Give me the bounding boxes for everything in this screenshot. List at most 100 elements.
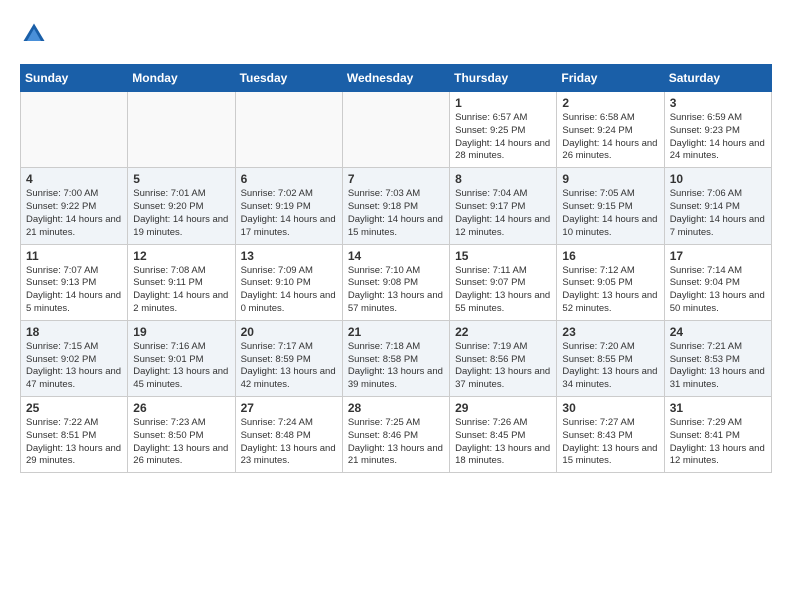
day-number: 10	[670, 172, 766, 186]
col-header-tuesday: Tuesday	[235, 65, 342, 92]
day-number: 23	[562, 325, 658, 339]
day-number: 1	[455, 96, 551, 110]
col-header-monday: Monday	[128, 65, 235, 92]
day-number: 17	[670, 249, 766, 263]
day-info: Sunrise: 7:14 AM Sunset: 9:04 PM Dayligh…	[670, 265, 766, 316]
day-cell-31: 31Sunrise: 7:29 AM Sunset: 8:41 PM Dayli…	[664, 397, 771, 473]
day-number: 3	[670, 96, 766, 110]
day-cell-13: 13 Sunrise: 7:09 AM Sunset: 9:10 PM Dayli…	[235, 244, 342, 320]
day-number: 8	[455, 172, 551, 186]
day-info: Sunrise: 6:57 AM Sunset: 9:25 PM Dayligh…	[455, 112, 551, 163]
day-number: 6	[241, 172, 337, 186]
header	[20, 20, 772, 48]
day-cell-17: 17 Sunrise: 7:14 AM Sunset: 9:04 PM Dayli…	[664, 244, 771, 320]
day-info: Sunrise: 7:25 AM Sunset: 8:46 PM Dayligh…	[348, 417, 444, 468]
day-cell-23: 23 Sunrise: 7:20 AM Sunset: 8:55 PM Dayli…	[557, 320, 664, 396]
day-cell-29: 29 Sunrise: 7:26 AM Sunset: 8:45 PM Dayli…	[450, 397, 557, 473]
day-cell-5: 5 Sunrise: 7:01 AM Sunset: 9:20 PM Daylig…	[128, 168, 235, 244]
day-info: Sunrise: 7:07 AM Sunset: 9:13 PM Dayligh…	[26, 265, 122, 316]
day-number: 22	[455, 325, 551, 339]
day-cell-15: 15Sunrise: 7:11 AM Sunset: 9:07 PM Dayli…	[450, 244, 557, 320]
week-row: 25Sunrise: 7:22 AM Sunset: 8:51 PM Dayli…	[21, 397, 772, 473]
week-row: 4Sunrise: 7:00 AM Sunset: 9:22 PM Daylig…	[21, 168, 772, 244]
day-info: Sunrise: 7:02 AM Sunset: 9:19 PM Dayligh…	[241, 188, 337, 239]
day-number: 2	[562, 96, 658, 110]
day-number: 27	[241, 401, 337, 415]
day-number: 28	[348, 401, 444, 415]
day-number: 11	[26, 249, 122, 263]
day-number: 18	[26, 325, 122, 339]
empty-cell	[21, 92, 128, 168]
day-number: 19	[133, 325, 229, 339]
day-cell-6: 6 Sunrise: 7:02 AM Sunset: 9:19 PM Daylig…	[235, 168, 342, 244]
day-info: Sunrise: 7:22 AM Sunset: 8:51 PM Dayligh…	[26, 417, 122, 468]
calendar: SundayMondayTuesdayWednesdayThursdayFrid…	[20, 64, 772, 473]
day-info: Sunrise: 7:01 AM Sunset: 9:20 PM Dayligh…	[133, 188, 229, 239]
day-cell-18: 18 Sunrise: 7:15 AM Sunset: 9:02 PM Dayli…	[21, 320, 128, 396]
day-cell-22: 22Sunrise: 7:19 AM Sunset: 8:56 PM Dayli…	[450, 320, 557, 396]
day-cell-4: 4Sunrise: 7:00 AM Sunset: 9:22 PM Daylig…	[21, 168, 128, 244]
day-info: Sunrise: 7:08 AM Sunset: 9:11 PM Dayligh…	[133, 265, 229, 316]
day-number: 24	[670, 325, 766, 339]
day-cell-12: 12Sunrise: 7:08 AM Sunset: 9:11 PM Dayli…	[128, 244, 235, 320]
day-cell-14: 14 Sunrise: 7:10 AM Sunset: 9:08 PM Dayli…	[342, 244, 449, 320]
day-info: Sunrise: 7:11 AM Sunset: 9:07 PM Dayligh…	[455, 265, 551, 316]
day-cell-20: 20 Sunrise: 7:17 AM Sunset: 8:59 PM Dayli…	[235, 320, 342, 396]
week-row: 1 Sunrise: 6:57 AM Sunset: 9:25 PM Daylig…	[21, 92, 772, 168]
day-cell-21: 21 Sunrise: 7:18 AM Sunset: 8:58 PM Dayli…	[342, 320, 449, 396]
day-number: 7	[348, 172, 444, 186]
day-info: Sunrise: 7:23 AM Sunset: 8:50 PM Dayligh…	[133, 417, 229, 468]
day-cell-2: 2 Sunrise: 6:58 AM Sunset: 9:24 PM Daylig…	[557, 92, 664, 168]
day-number: 9	[562, 172, 658, 186]
day-info: Sunrise: 7:27 AM Sunset: 8:43 PM Dayligh…	[562, 417, 658, 468]
col-header-wednesday: Wednesday	[342, 65, 449, 92]
day-number: 5	[133, 172, 229, 186]
col-header-saturday: Saturday	[664, 65, 771, 92]
day-info: Sunrise: 7:26 AM Sunset: 8:45 PM Dayligh…	[455, 417, 551, 468]
day-info: Sunrise: 7:12 AM Sunset: 9:05 PM Dayligh…	[562, 265, 658, 316]
day-cell-3: 3 Sunrise: 6:59 AM Sunset: 9:23 PM Daylig…	[664, 92, 771, 168]
day-info: Sunrise: 7:17 AM Sunset: 8:59 PM Dayligh…	[241, 341, 337, 392]
empty-cell	[342, 92, 449, 168]
day-info: Sunrise: 7:09 AM Sunset: 9:10 PM Dayligh…	[241, 265, 337, 316]
day-number: 14	[348, 249, 444, 263]
day-info: Sunrise: 7:15 AM Sunset: 9:02 PM Dayligh…	[26, 341, 122, 392]
day-cell-10: 10 Sunrise: 7:06 AM Sunset: 9:14 PM Dayli…	[664, 168, 771, 244]
empty-cell	[235, 92, 342, 168]
day-cell-9: 9 Sunrise: 7:05 AM Sunset: 9:15 PM Daylig…	[557, 168, 664, 244]
header-row: SundayMondayTuesdayWednesdayThursdayFrid…	[21, 65, 772, 92]
empty-cell	[128, 92, 235, 168]
week-row: 18 Sunrise: 7:15 AM Sunset: 9:02 PM Dayli…	[21, 320, 772, 396]
day-info: Sunrise: 7:18 AM Sunset: 8:58 PM Dayligh…	[348, 341, 444, 392]
day-info: Sunrise: 7:00 AM Sunset: 9:22 PM Dayligh…	[26, 188, 122, 239]
day-cell-26: 26Sunrise: 7:23 AM Sunset: 8:50 PM Dayli…	[128, 397, 235, 473]
logo	[20, 20, 52, 48]
col-header-thursday: Thursday	[450, 65, 557, 92]
day-number: 29	[455, 401, 551, 415]
day-cell-11: 11 Sunrise: 7:07 AM Sunset: 9:13 PM Dayli…	[21, 244, 128, 320]
day-info: Sunrise: 7:10 AM Sunset: 9:08 PM Dayligh…	[348, 265, 444, 316]
logo-icon	[20, 20, 48, 48]
day-info: Sunrise: 6:58 AM Sunset: 9:24 PM Dayligh…	[562, 112, 658, 163]
day-info: Sunrise: 7:06 AM Sunset: 9:14 PM Dayligh…	[670, 188, 766, 239]
week-row: 11 Sunrise: 7:07 AM Sunset: 9:13 PM Dayli…	[21, 244, 772, 320]
day-number: 16	[562, 249, 658, 263]
day-cell-27: 27 Sunrise: 7:24 AM Sunset: 8:48 PM Dayli…	[235, 397, 342, 473]
day-cell-7: 7Sunrise: 7:03 AM Sunset: 9:18 PM Daylig…	[342, 168, 449, 244]
day-info: Sunrise: 7:24 AM Sunset: 8:48 PM Dayligh…	[241, 417, 337, 468]
day-info: Sunrise: 7:05 AM Sunset: 9:15 PM Dayligh…	[562, 188, 658, 239]
day-info: Sunrise: 7:16 AM Sunset: 9:01 PM Dayligh…	[133, 341, 229, 392]
day-number: 31	[670, 401, 766, 415]
day-number: 20	[241, 325, 337, 339]
day-number: 21	[348, 325, 444, 339]
day-cell-16: 16 Sunrise: 7:12 AM Sunset: 9:05 PM Dayli…	[557, 244, 664, 320]
day-info: Sunrise: 6:59 AM Sunset: 9:23 PM Dayligh…	[670, 112, 766, 163]
day-cell-28: 28 Sunrise: 7:25 AM Sunset: 8:46 PM Dayli…	[342, 397, 449, 473]
day-cell-24: 24 Sunrise: 7:21 AM Sunset: 8:53 PM Dayli…	[664, 320, 771, 396]
day-cell-8: 8 Sunrise: 7:04 AM Sunset: 9:17 PM Daylig…	[450, 168, 557, 244]
day-info: Sunrise: 7:04 AM Sunset: 9:17 PM Dayligh…	[455, 188, 551, 239]
day-info: Sunrise: 7:21 AM Sunset: 8:53 PM Dayligh…	[670, 341, 766, 392]
day-number: 13	[241, 249, 337, 263]
page: SundayMondayTuesdayWednesdayThursdayFrid…	[0, 0, 792, 483]
day-info: Sunrise: 7:20 AM Sunset: 8:55 PM Dayligh…	[562, 341, 658, 392]
